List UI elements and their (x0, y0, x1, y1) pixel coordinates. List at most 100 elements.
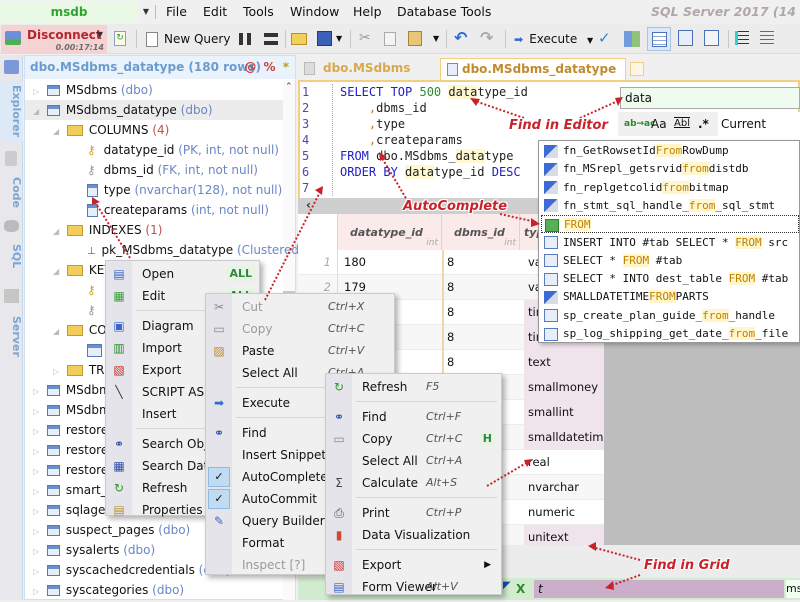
chevron-down-icon[interactable]: ▼ (336, 34, 342, 43)
menu-item-paste[interactable]: ▨ Paste Ctrl+V (206, 340, 394, 362)
redo-icon[interactable]: ↷ (480, 28, 493, 47)
cell-dbms-id[interactable]: 8 (442, 250, 454, 275)
disconnect-button[interactable]: Disconnect ▼ 0.00:17:14 (1, 25, 107, 53)
menu-window[interactable]: Window (290, 0, 339, 24)
cell-type[interactable]: real (524, 450, 612, 475)
menu-item-select-all[interactable]: Select AllCtrl+A (326, 450, 501, 472)
menu-item-calculate[interactable]: Σ Calculate Alt+S (326, 472, 501, 494)
tab-msdbms-datatype[interactable]: dbo.MSdbms_datatype (5)*× (440, 58, 626, 96)
collapsed-arrow-icon[interactable]: ▷ (33, 582, 43, 602)
chevron-down-icon[interactable]: ▼ (139, 1, 153, 23)
chevron-down-icon[interactable]: ▼ (587, 36, 593, 45)
chevron-down-icon[interactable]: ▼ (97, 30, 103, 39)
expanded-arrow-icon[interactable]: ◢ (33, 102, 43, 122)
split-horizontal-icon[interactable] (264, 33, 278, 45)
indent-icon[interactable] (735, 31, 749, 45)
column-header-dbms-id[interactable]: dbms_id int (442, 214, 520, 250)
tree-item[interactable]: ▷ syscategories (dbo) (25, 580, 283, 600)
find-in-grid-input[interactable]: t (534, 580, 784, 598)
collapsed-arrow-icon[interactable]: ▷ (33, 462, 43, 482)
scroll-up-icon[interactable]: ⌃ (285, 82, 293, 92)
autocomplete-item[interactable]: fn_stmt_sql_handle_from_sql_stmt (541, 197, 799, 215)
menu-item-form-viewer[interactable]: ▤ Form Viewer Alt+V (326, 576, 501, 598)
star-icon[interactable]: * (283, 60, 289, 74)
save-icon[interactable] (317, 31, 332, 46)
menu-item-copy[interactable]: ▭ Copy Ctrl+C H (326, 428, 501, 450)
cell-type[interactable]: smallmoney (524, 375, 612, 400)
match-case-icon[interactable]: Aa (651, 112, 667, 136)
split-vertical-icon[interactable] (239, 33, 251, 45)
autocomplete-item[interactable]: INSERT INTO #tab SELECT * FROM src (541, 234, 799, 252)
menu-edit[interactable]: Edit (203, 0, 227, 24)
new-query-button[interactable]: New Query (146, 28, 230, 50)
undo-icon[interactable]: ↶ (454, 28, 467, 47)
menu-item-refresh[interactable]: ↻ Refresh F5 (326, 376, 501, 398)
find-scope-field[interactable]: ms (786, 580, 800, 598)
regex-icon[interactable]: .* (698, 112, 709, 136)
menu-item-data-visualization[interactable]: ▮ Data Visualization (326, 524, 501, 546)
whole-word-icon[interactable]: Abl (674, 112, 690, 136)
execute-button[interactable]: ➡ Execute ▼ (514, 28, 593, 50)
copy-icon[interactable] (384, 32, 396, 46)
collapsed-arrow-icon[interactable]: ▷ (33, 502, 43, 522)
autocomplete-item[interactable]: SELECT * INTO dest_table FROM #tab (541, 270, 799, 288)
collapsed-arrow-icon[interactable]: ▷ (33, 422, 43, 442)
tree-item[interactable]: ▷ MSdbms (dbo) (25, 80, 283, 100)
tree-item[interactable]: createparams (int, not null) (25, 200, 283, 220)
autocomplete-item[interactable]: SMALLDATETIMEFROMPARTS (541, 288, 799, 306)
results-file-icon[interactable] (704, 30, 719, 46)
autocomplete-item[interactable]: sp_log_shipping_get_date_from_file (541, 325, 799, 343)
cell-type[interactable]: numeric (524, 500, 612, 525)
results-grid-button[interactable] (647, 27, 671, 51)
cell-dbms-id[interactable]: 8 (442, 325, 454, 350)
menu-item-open[interactable]: ▤ Open ALL (106, 263, 259, 285)
autocomplete-item[interactable]: fn_GetRowsetIdFromRowDump (541, 142, 799, 160)
percent-icon[interactable]: % (264, 60, 276, 74)
tree-item[interactable]: ◢ MSdbms_datatype (dbo) (25, 100, 283, 120)
cell-dbms-id[interactable]: 8 (442, 350, 454, 375)
menu-database-tools[interactable]: Database Tools (397, 0, 491, 24)
expanded-arrow-icon[interactable]: ◢ (53, 262, 63, 282)
autocomplete-item[interactable]: fn_MSrepl_getsrvidfromdistdb (541, 160, 799, 178)
menu-item-export[interactable]: ▧ Export ▶ (326, 554, 501, 576)
paste-icon[interactable] (408, 31, 422, 46)
tab-msdbms[interactable]: dbo.MSdbms (4) (298, 58, 436, 95)
cell-datatype-id[interactable]: 180 (344, 250, 366, 275)
results-text-icon[interactable] (678, 30, 693, 46)
at-icon[interactable]: @ (244, 60, 256, 74)
expanded-arrow-icon[interactable]: ◢ (53, 122, 63, 142)
refresh-icon[interactable]: ↻ (114, 31, 126, 46)
open-folder-icon[interactable] (291, 33, 307, 45)
collapsed-arrow-icon[interactable]: ▷ (33, 542, 43, 562)
tree-item[interactable]: ⊥ pk_MSdbms_datatype (Clustered) (25, 240, 304, 260)
collapsed-arrow-icon[interactable]: ▷ (33, 82, 43, 102)
cell-dbms-id[interactable]: 8 (442, 275, 454, 300)
cell-type[interactable]: smalldatetime (524, 425, 612, 450)
database-selector[interactable]: msdb (0, 1, 138, 23)
tab-server[interactable]: Server (0, 311, 23, 361)
grid-corner[interactable] (298, 214, 338, 250)
menu-file[interactable]: File (166, 0, 187, 24)
tree-item[interactable]: ⚷ datatype_id (PK, int, not null) (25, 140, 283, 160)
collapsed-arrow-icon[interactable]: ▷ (33, 402, 43, 422)
cell-type[interactable]: nvarchar (524, 475, 612, 500)
cut-icon[interactable]: ✂ (359, 30, 371, 46)
menu-help[interactable]: Help (353, 0, 382, 24)
collapsed-arrow-icon[interactable]: ▷ (33, 382, 43, 402)
tab-code[interactable]: Code (0, 172, 23, 212)
autocomplete-item[interactable]: fn_replgetcolidfrombitmap (541, 179, 799, 197)
find-next-icon[interactable]: ◤ (503, 580, 511, 591)
menu-tools[interactable]: Tools (243, 0, 274, 24)
collapsed-arrow-icon[interactable]: ▷ (33, 442, 43, 462)
tree-item[interactable]: ◢ INDEXES (1) (25, 220, 283, 240)
scroll-left-icon[interactable]: ‹ (306, 198, 311, 212)
collapsed-arrow-icon[interactable]: ▷ (33, 562, 43, 582)
expanded-arrow-icon[interactable]: ◢ (53, 322, 63, 342)
autocomplete-item[interactable]: sp_create_plan_guide_from_handle (541, 307, 799, 325)
tab-sql[interactable]: SQL (0, 241, 23, 271)
menu-item-copy[interactable]: ▭ Copy Ctrl+C (206, 318, 394, 340)
autocomplete-item[interactable]: SELECT * FROM #tab (541, 252, 799, 270)
chevron-down-icon[interactable]: ▼ (433, 34, 439, 43)
close-find-icon[interactable]: X (516, 580, 525, 598)
tree-item[interactable]: ◢ COLUMNS (4) (25, 120, 283, 140)
